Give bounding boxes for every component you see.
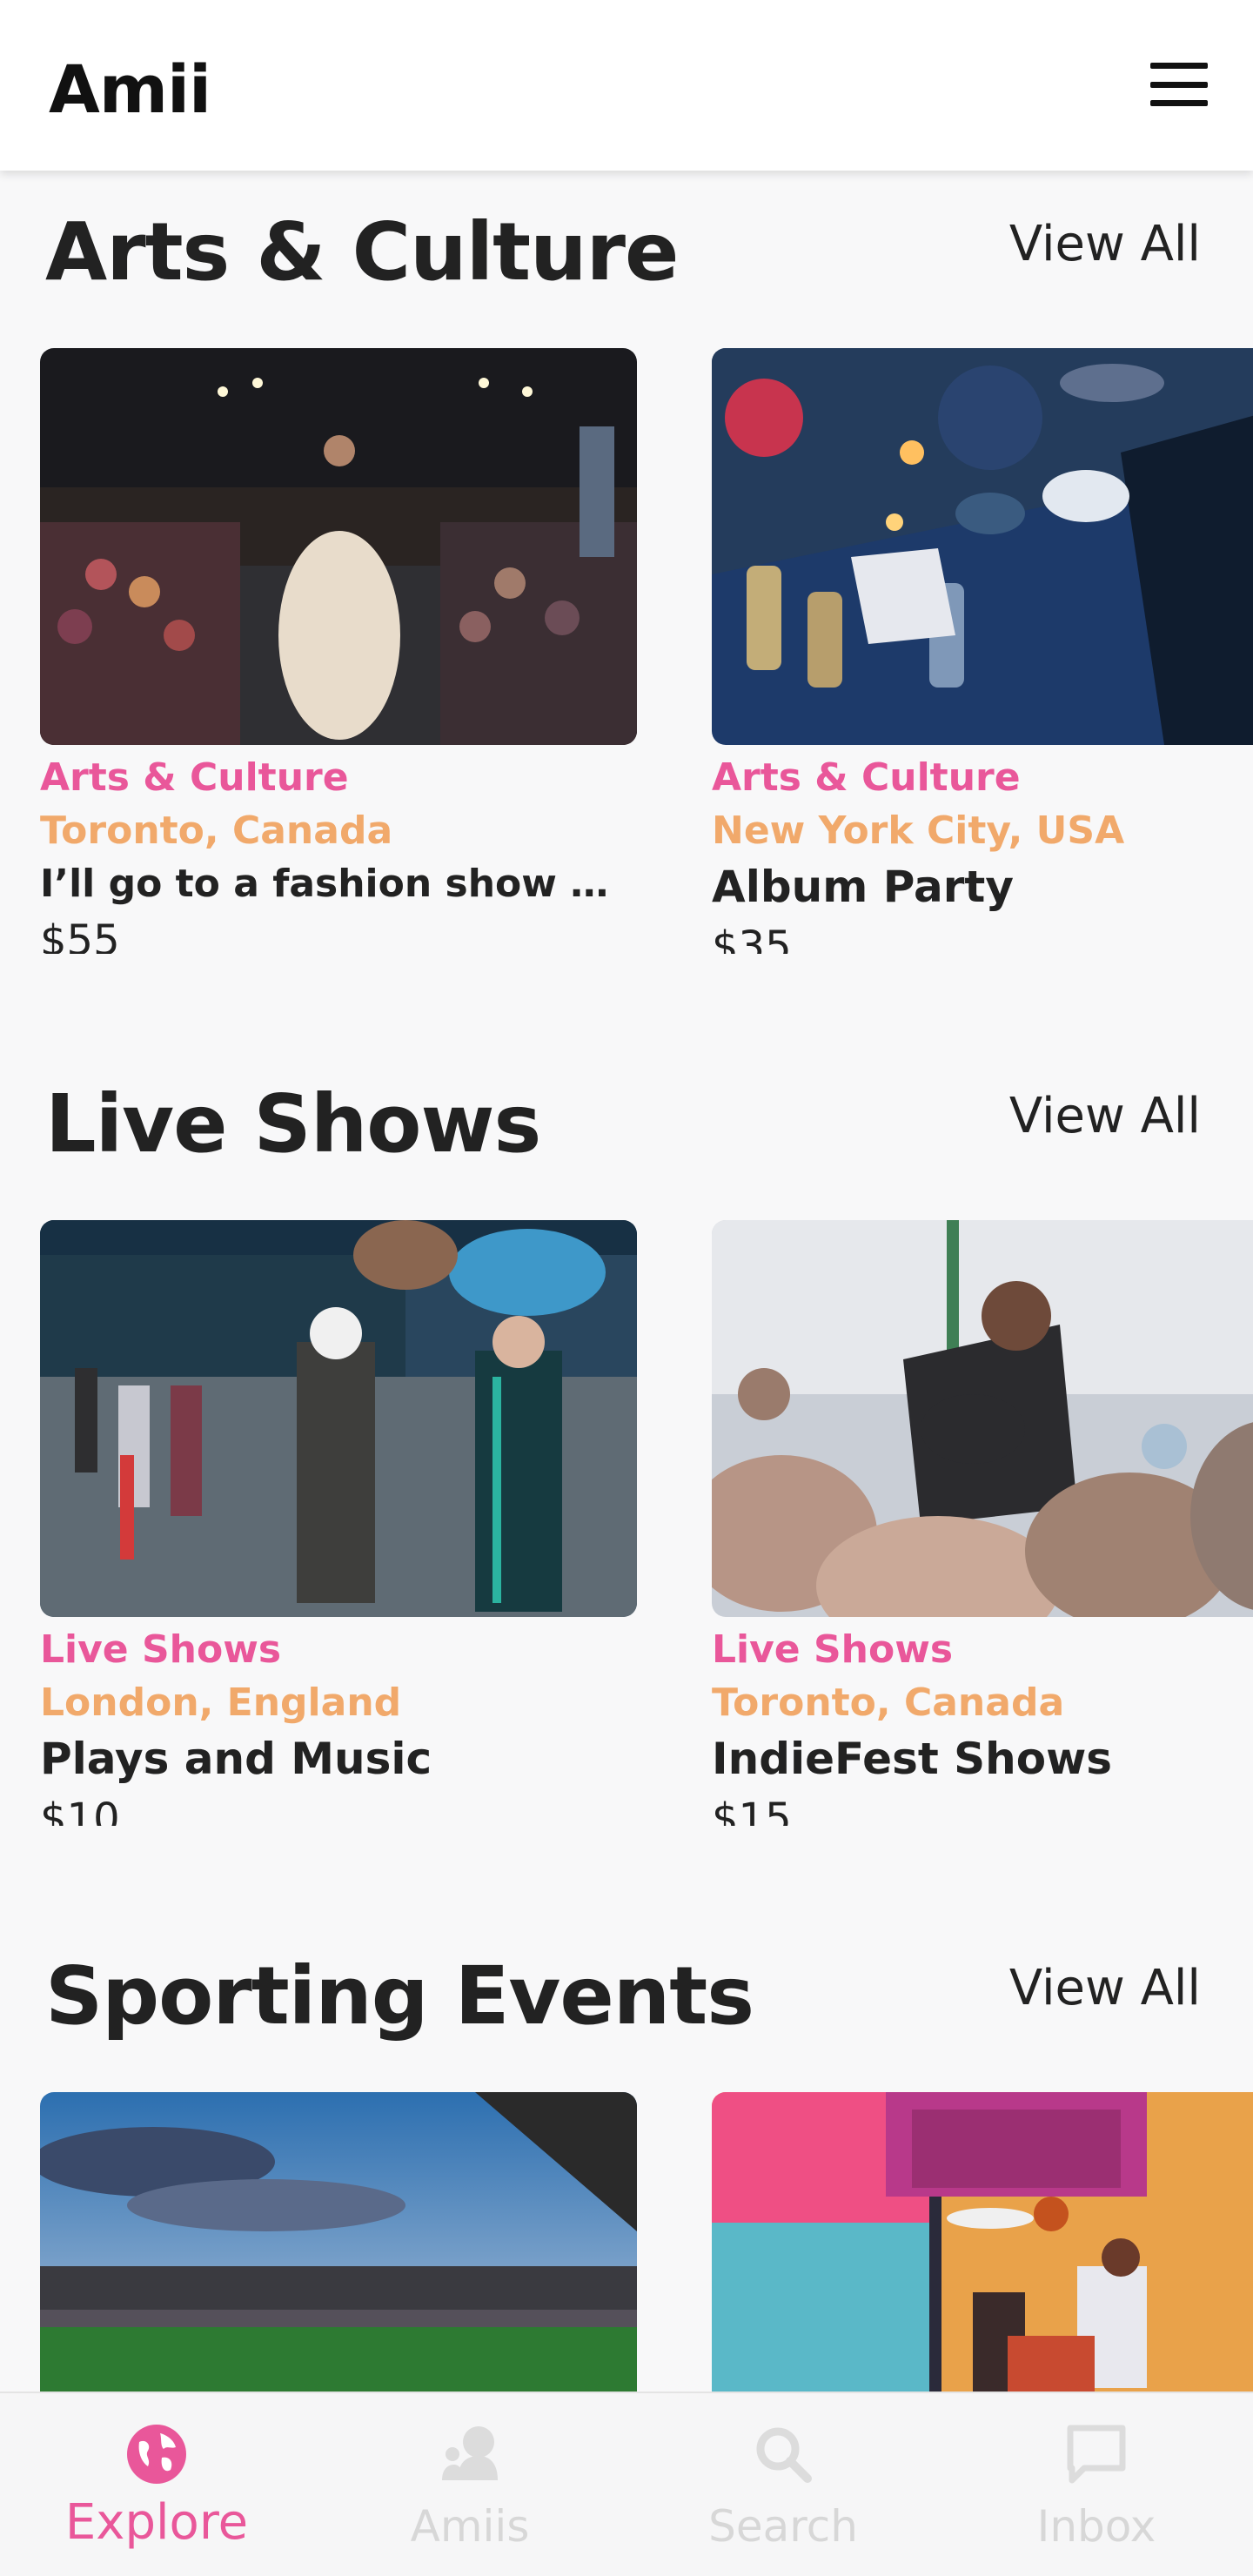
people-icon (442, 2426, 498, 2480)
card-title: I’ll go to a fashion show with … (40, 862, 637, 906)
event-image-album-party (712, 348, 1253, 745)
card-title: Plays and Music (40, 1734, 432, 1784)
nav-search[interactable]: Search (626, 2393, 940, 2576)
section-live-shows: Live Shows View All Live Shows London, E… (0, 1043, 1253, 1826)
card-category: Arts & Culture (40, 755, 349, 800)
event-card[interactable]: Live Shows Toronto, Canada IndieFest Sho… (712, 1220, 1253, 1826)
section-title: Live Shows (45, 1077, 541, 1171)
section-arts-culture: Arts & Culture View All Arts & Culture T… (0, 171, 1253, 954)
nav-label: Inbox (1036, 2501, 1156, 2552)
app-header: Amii (0, 0, 1253, 171)
card-location: Toronto, Canada (712, 1680, 1065, 1725)
card-location: New York City, USA (712, 808, 1125, 853)
chat-bubble-icon (1067, 2425, 1126, 2484)
app-title: Amii (49, 50, 211, 128)
event-image-plays-and-music (40, 1220, 637, 1617)
nav-explore[interactable]: Explore (0, 2393, 313, 2576)
globe-icon (127, 2425, 186, 2484)
nav-amiis[interactable]: Amiis (313, 2393, 626, 2576)
nav-label: Explore (64, 2494, 249, 2551)
nav-label: Amiis (410, 2501, 530, 2552)
card-title: IndieFest Shows (712, 1734, 1113, 1784)
event-image-indiefest (712, 1220, 1253, 1617)
search-icon (756, 2427, 812, 2483)
hamburger-menu-icon[interactable] (1150, 63, 1208, 106)
view-all-link[interactable]: View All (1009, 1960, 1201, 2016)
card-category: Live Shows (40, 1627, 282, 1672)
card-price: $35 (712, 922, 792, 954)
card-price: $10 (40, 1794, 120, 1826)
nav-label: Search (708, 2501, 858, 2552)
card-location: Toronto, Canada (40, 808, 393, 853)
card-category: Arts & Culture (712, 755, 1021, 800)
card-title: Album Party (712, 862, 1014, 912)
view-all-link[interactable]: View All (1009, 216, 1201, 272)
card-price: $55 (40, 916, 120, 954)
view-all-link[interactable]: View All (1009, 1088, 1201, 1144)
event-image-fashion-show (40, 348, 637, 745)
card-category: Live Shows (712, 1627, 954, 1672)
event-card[interactable]: Arts & Culture Toronto, Canada I’ll go t… (40, 348, 637, 954)
nav-inbox[interactable]: Inbox (940, 2393, 1253, 2576)
section-title: Sporting Events (45, 1949, 754, 2043)
event-card[interactable]: Live Shows London, England Plays and Mus… (40, 1220, 637, 1826)
bottom-navigation: Explore Amiis Search Inbox (0, 2392, 1253, 2576)
section-title: Arts & Culture (45, 205, 679, 299)
event-card[interactable]: Arts & Culture New York City, USA Album … (712, 348, 1253, 954)
card-location: London, England (40, 1680, 402, 1725)
card-price: $15 (712, 1794, 792, 1826)
